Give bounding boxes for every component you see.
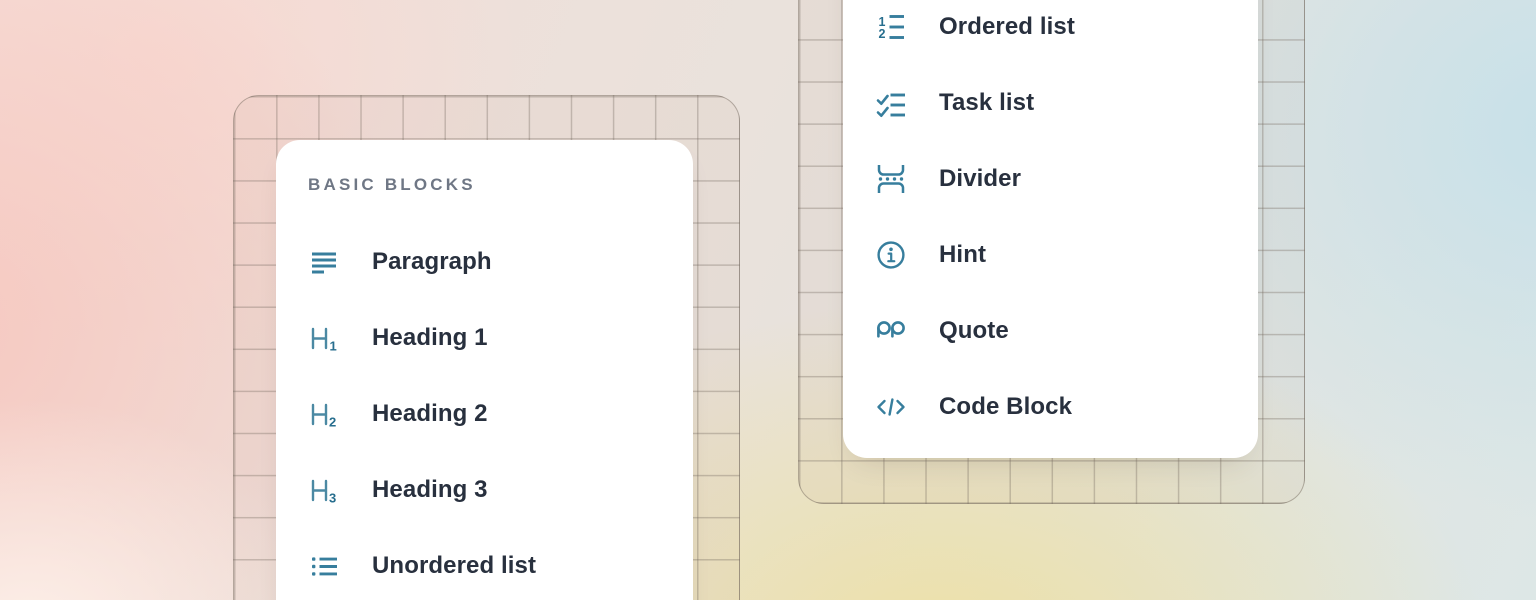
svg-text:1: 1 xyxy=(330,339,337,354)
paragraph-icon xyxy=(308,246,340,278)
menu-item-heading-3[interactable]: 3 Heading 3 xyxy=(308,452,661,528)
heading-2-icon: 2 xyxy=(308,398,340,430)
task-list-icon xyxy=(875,87,907,119)
menu-item-ordered-list[interactable]: 1 2 Ordered list xyxy=(875,0,1226,65)
code-block-icon xyxy=(875,391,907,423)
menu-item-label: Unordered list xyxy=(372,552,536,580)
hint-icon xyxy=(875,239,907,271)
menu-item-label: Heading 2 xyxy=(372,400,488,428)
menu-item-label: Quote xyxy=(939,317,1009,345)
svg-text:3: 3 xyxy=(329,491,336,506)
svg-text:2: 2 xyxy=(329,415,336,430)
menu-item-label: Divider xyxy=(939,165,1021,193)
divider-icon xyxy=(875,163,907,195)
menu-item-label: Heading 3 xyxy=(372,476,488,504)
menu-item-paragraph[interactable]: Paragraph xyxy=(308,224,661,300)
ordered-list-icon: 1 2 xyxy=(875,11,907,43)
svg-text:2: 2 xyxy=(879,27,886,41)
quote-icon xyxy=(875,315,907,347)
menu-item-label: Code Block xyxy=(939,393,1072,421)
block-menu-more-blocks: 1 2 Ordered list xyxy=(843,0,1258,458)
heading-3-icon: 3 xyxy=(308,474,340,506)
menu-item-hint[interactable]: Hint xyxy=(875,217,1226,293)
block-menu-basic-blocks: BASIC BLOCKS Paragraph 1 xyxy=(276,140,693,600)
menu-item-quote[interactable]: Quote xyxy=(875,293,1226,369)
menu-item-task-list[interactable]: Task list xyxy=(875,65,1226,141)
unordered-list-icon xyxy=(308,550,340,582)
menu-item-code-block[interactable]: Code Block xyxy=(875,369,1226,445)
menu-item-heading-1[interactable]: 1 Heading 1 xyxy=(308,300,661,376)
background-gradient: BASIC BLOCKS Paragraph 1 xyxy=(0,0,1536,600)
menu-item-unordered-list[interactable]: Unordered list xyxy=(308,528,661,600)
menu-item-label: Heading 1 xyxy=(372,324,488,352)
section-header: BASIC BLOCKS xyxy=(308,174,661,196)
menu-item-label: Hint xyxy=(939,241,986,269)
menu-item-heading-2[interactable]: 2 Heading 2 xyxy=(308,376,661,452)
menu-item-label: Task list xyxy=(939,89,1034,117)
menu-item-label: Ordered list xyxy=(939,13,1075,41)
menu-item-divider[interactable]: Divider xyxy=(875,141,1226,217)
heading-1-icon: 1 xyxy=(308,322,340,354)
menu-item-label: Paragraph xyxy=(372,248,492,276)
